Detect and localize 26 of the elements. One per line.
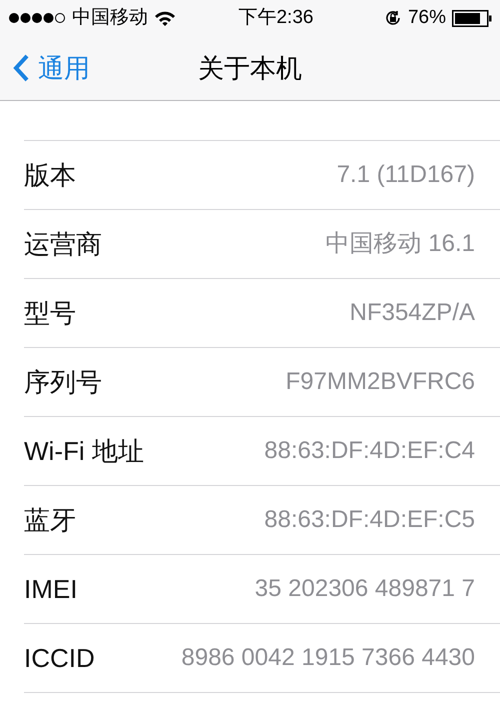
- row-value: NF354ZP/A: [350, 298, 475, 328]
- row-label: 运营商: [24, 228, 102, 260]
- row-value: 7.1 (11D167): [336, 160, 475, 190]
- battery-icon: [452, 10, 492, 26]
- battery-percentage: 76%: [408, 6, 446, 30]
- row-label: IMEI: [24, 572, 78, 606]
- row-value: 中国移动 16.1: [326, 229, 475, 259]
- row-label: 蓝牙: [24, 504, 76, 536]
- row-label: Wi-Fi 地址: [24, 434, 144, 468]
- row-label: ICCID: [24, 642, 95, 674]
- status-time: 下午2:36: [237, 6, 314, 30]
- row-value: 88:63:DF:4D:EF:C4: [264, 436, 475, 466]
- row-value: 8986 0042 1915 7366 4430: [181, 643, 475, 673]
- back-button[interactable]: 通用: [0, 48, 90, 88]
- row-label: 版本: [24, 158, 76, 192]
- row-label: 型号: [24, 296, 76, 330]
- signal-icon: [8, 12, 66, 24]
- rotation-lock-icon: [384, 9, 402, 27]
- wifi-icon: [154, 10, 176, 26]
- chevron-left-icon: [12, 53, 30, 83]
- page-title: 关于本机: [198, 52, 302, 84]
- carrier-name: 中国移动: [72, 6, 148, 30]
- row-value: F97MM2BVFRC6: [286, 367, 475, 397]
- row-label: 序列号: [24, 366, 102, 398]
- row-value: 88:63:DF:4D:EF:C5: [264, 505, 475, 535]
- row-value: 35 202306 489871 7: [254, 574, 475, 604]
